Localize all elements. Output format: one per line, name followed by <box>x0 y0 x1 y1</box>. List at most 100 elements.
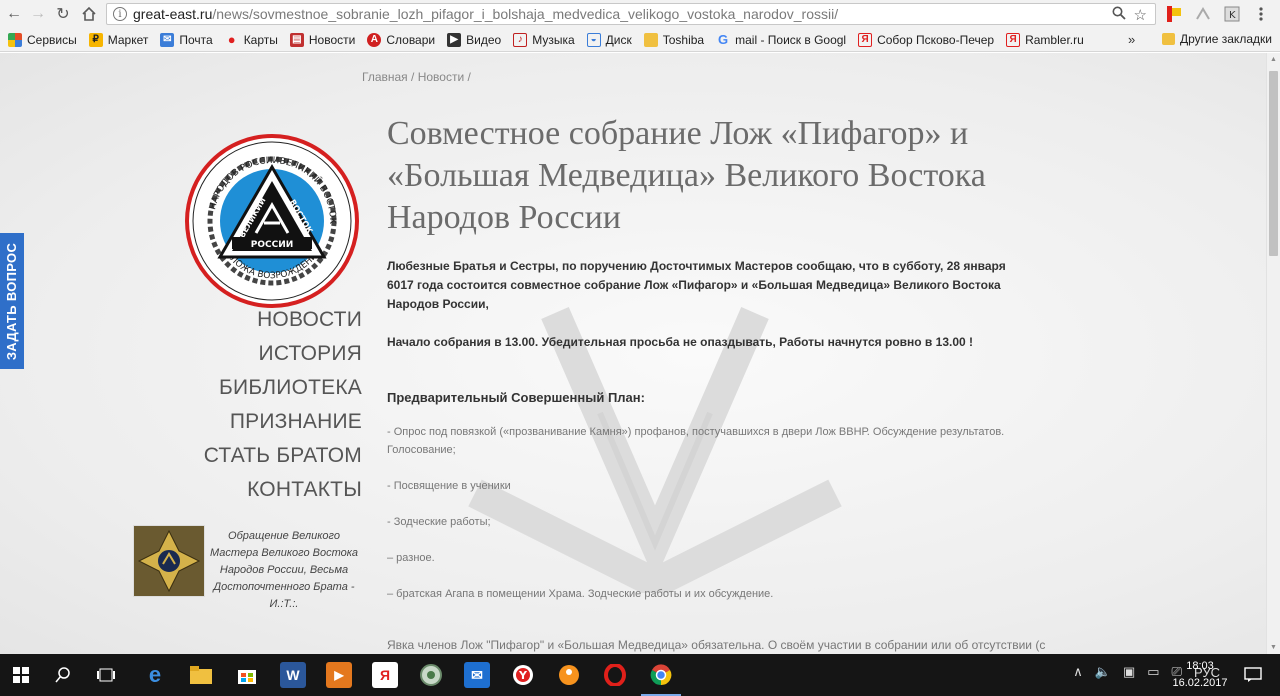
apps-grid-icon <box>8 32 22 47</box>
breadcrumb-home[interactable]: Главная <box>362 70 408 84</box>
network-icon[interactable]: ▣ <box>1123 664 1135 680</box>
bookmark-item[interactable]: ▶ Видео <box>447 32 501 47</box>
yandex-icon[interactable]: Я <box>372 662 398 688</box>
svg-text:K: K <box>1229 10 1236 21</box>
bookmark-item[interactable]: Gmail - Поиск в Googl <box>716 32 846 47</box>
mail-icon: ✉ <box>160 32 175 47</box>
ask-question-tab[interactable]: ЗАДАТЬ ВОПРОС <box>0 233 24 369</box>
menu-item-news[interactable]: НОВОСТИ <box>150 303 362 337</box>
chrome-icon[interactable] <box>648 662 674 688</box>
article-start-time: Начало собрания в 13.00. Убедительная пр… <box>387 335 974 349</box>
bookmarks-overflow-button[interactable]: » <box>1128 32 1135 47</box>
bookmark-star-icon[interactable]: ☆ <box>1134 6 1147 24</box>
yandex-browser-icon[interactable]: Y <box>510 662 536 688</box>
page-scrollbar[interactable]: ▲ ▼ <box>1266 53 1280 654</box>
bookmark-item[interactable]: Я Rambler.ru <box>1006 32 1084 47</box>
bookmark-item[interactable]: Toshiba <box>643 32 704 47</box>
notice-text: Обращение Великого Мастера Великого Вост… <box>209 530 359 610</box>
app-icon[interactable] <box>418 662 444 688</box>
reload-icon[interactable]: ↻ <box>52 3 74 25</box>
plan-item: - Опрос под повязкой («прозванивание Кам… <box>387 426 1005 456</box>
home-icon[interactable] <box>78 3 100 25</box>
volume-icon[interactable]: 🔈 <box>1095 664 1111 680</box>
article-intro: Любезные Братья и Сестры, по поручению Д… <box>387 259 1006 311</box>
menu-kebab-icon[interactable] <box>1255 6 1267 26</box>
yandex-icon: Я <box>858 32 873 47</box>
bookmarks-bar: Сервисы ₽ Маркет ✉ Почта ● Карты ▤ Новости A… <box>0 28 1280 52</box>
forward-icon[interactable]: → <box>27 3 49 25</box>
bookmark-item[interactable]: ♪ Музыка <box>513 32 575 47</box>
media-player-icon[interactable]: ▶ <box>326 662 352 688</box>
back-icon[interactable]: ← <box>3 3 25 25</box>
article: Совместное собрание Лож «Пифагор» и «Бол… <box>387 113 1046 652</box>
article-title: Совместное собрание Лож «Пифагор» и «Бол… <box>387 115 986 236</box>
plan-item: – братская Агапа в помещении Храма. Зодч… <box>387 588 774 600</box>
plan-item: - Зодческие работы; <box>387 516 491 528</box>
yandex-icon: Я <box>1006 32 1021 47</box>
news-icon: ▤ <box>289 32 304 47</box>
scroll-thumb[interactable] <box>1269 71 1278 256</box>
tray-overflow-icon[interactable]: ∧ <box>1073 664 1083 680</box>
bookmark-item[interactable]: A Словари <box>367 32 435 47</box>
taskbar-clock[interactable]: 18:03 16.02.2017 <box>1168 658 1232 692</box>
scroll-up-icon[interactable]: ▲ <box>1270 56 1277 63</box>
zoom-search-icon[interactable] <box>1112 6 1126 24</box>
browser-toolbar: ← → ↻ i great-east.ru/news/sovmestnoe_so… <box>0 0 1280 28</box>
menu-item-library[interactable]: БИБЛИОТЕКА <box>150 371 362 405</box>
bookmark-item[interactable]: Я Собор Псково-Печер <box>858 32 994 47</box>
bookmark-item[interactable]: ● Карты <box>225 32 278 47</box>
edge-browser-icon[interactable]: e <box>142 662 168 688</box>
plan-item: - Посвящение в ученики <box>387 480 511 492</box>
k-extension-icon[interactable]: K <box>1222 4 1242 24</box>
folder-icon <box>1162 33 1175 45</box>
order-badge-image[interactable] <box>133 525 205 597</box>
plan-item: – разное. <box>387 552 435 564</box>
plan-heading: Предварительный Совершенный План: <box>387 390 645 405</box>
odnoklassniki-icon[interactable] <box>556 662 582 688</box>
main-menu: НОВОСТИ ИСТОРИЯ БИБЛИОТЕКА ПРИЗНАНИЕ СТА… <box>150 303 362 507</box>
bookmark-item[interactable]: ▤ Новости <box>289 32 355 47</box>
svg-text:РОССИИ: РОССИИ <box>251 240 294 250</box>
address-bar[interactable]: i great-east.ru/news/sovmestnoe_sobranie… <box>106 3 1156 25</box>
site-info-icon[interactable]: i <box>113 7 127 21</box>
attendance-note: Явка членов Лож "Пифагор" и «Большая Мед… <box>387 638 1046 652</box>
bookmark-item[interactable]: ₽ Маркет <box>88 32 148 47</box>
word-icon[interactable]: W <box>280 662 306 688</box>
flag-extension-icon[interactable] <box>1164 4 1184 24</box>
folder-icon <box>643 32 658 47</box>
svg-text:Y: Y <box>518 669 528 682</box>
bookmark-item[interactable]: ◒ Диск <box>586 32 632 47</box>
url-path: /news/sovmestnoe_sobranie_lozh_pifagor_i… <box>212 6 839 22</box>
breadcrumb: Главная / Новости / <box>362 70 471 84</box>
menu-item-recognition[interactable]: ПРИЗНАНИЕ <box>150 405 362 439</box>
web-page: ЗАДАТЬ ВОПРОС Главная / Новости / НАРОДО… <box>0 53 1266 654</box>
disk-icon: ◒ <box>586 32 601 47</box>
file-explorer-icon[interactable] <box>188 662 214 688</box>
menu-item-become-brother[interactable]: СТАТЬ БРАТОМ <box>150 439 362 473</box>
video-icon: ▶ <box>447 32 462 47</box>
other-bookmarks[interactable]: Другие закладки <box>1162 32 1272 46</box>
windows-start-icon[interactable] <box>8 662 34 688</box>
bookmark-item[interactable]: ✉ Почта <box>160 32 213 47</box>
store-icon[interactable] <box>234 662 260 688</box>
menu-item-history[interactable]: ИСТОРИЯ <box>150 337 362 371</box>
notifications-icon[interactable] <box>1240 662 1266 688</box>
battery-icon[interactable]: ▭ <box>1147 664 1159 680</box>
mail-app-icon[interactable]: ✉ <box>464 662 490 688</box>
market-icon: ₽ <box>88 32 103 47</box>
site-logo[interactable]: НАРОДОВ РОССИИ ВЕЛИКИЙ ВОСТОК ЛОЖА ВОЗРО… <box>184 133 360 309</box>
search-icon[interactable] <box>50 662 76 688</box>
dictionary-icon: A <box>367 32 382 47</box>
opera-icon[interactable] <box>602 662 628 688</box>
menu-item-contacts[interactable]: КОНТАКТЫ <box>150 473 362 507</box>
scroll-down-icon[interactable]: ▼ <box>1270 644 1277 651</box>
task-view-icon[interactable] <box>93 662 119 688</box>
google-icon: G <box>718 32 729 47</box>
breadcrumb-news[interactable]: Новости <box>418 70 464 84</box>
url-host: great-east.ru <box>133 6 213 22</box>
map-pin-icon: ● <box>227 32 236 47</box>
bookmark-item[interactable]: Сервисы <box>8 32 77 47</box>
windows-taskbar: e W ▶ Я ✉ Y ∧ 🔈 ▣ ▭ ⎚ РУС 18:03 16.02.20… <box>0 654 1280 696</box>
extension-icon[interactable] <box>1193 4 1213 24</box>
music-icon: ♪ <box>513 32 528 47</box>
